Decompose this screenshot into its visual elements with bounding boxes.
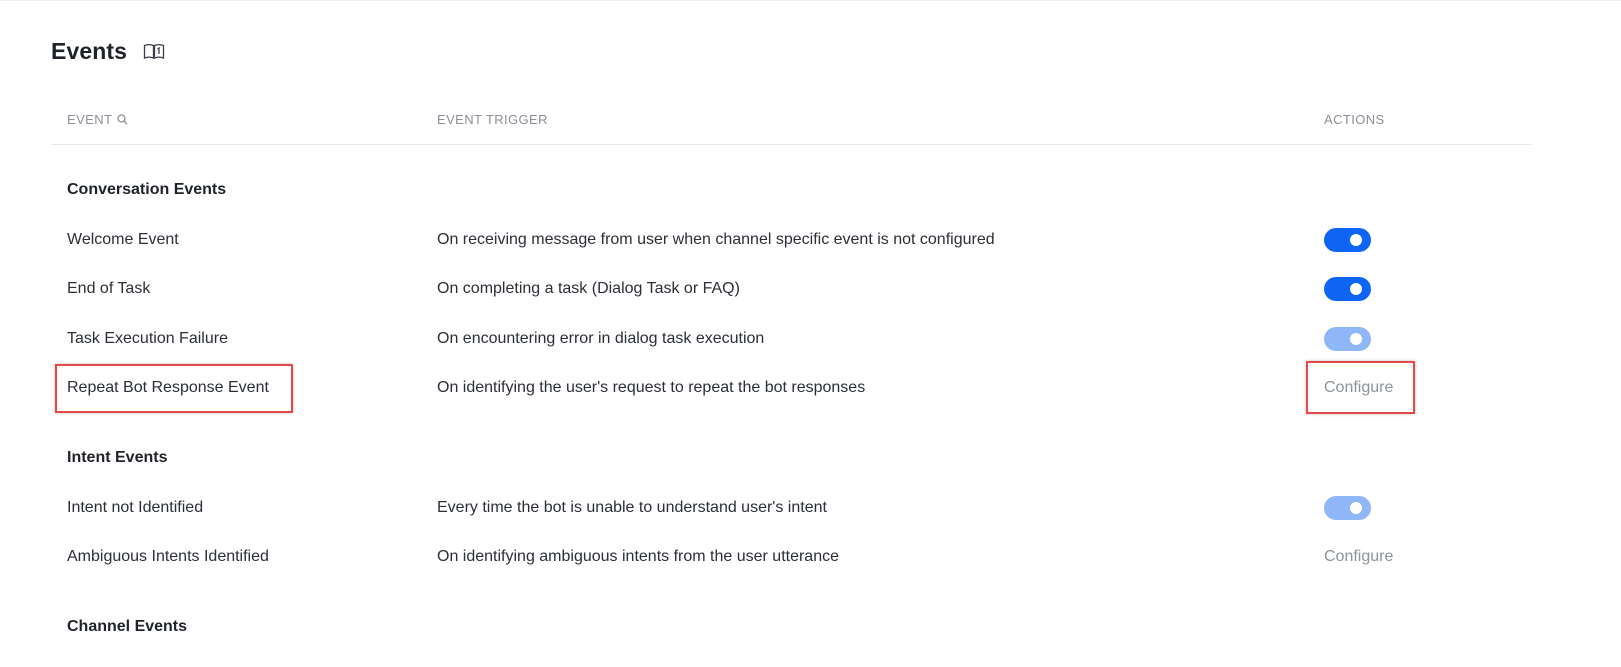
search-icon[interactable] xyxy=(117,114,128,125)
table-row: Task Execution Failure On encountering e… xyxy=(51,321,1531,357)
table-row: Intent not Identified Every time the bot… xyxy=(51,490,1531,526)
configure-link-repeat-bot-response[interactable]: Configure xyxy=(1324,370,1393,406)
event-name: Task Execution Failure xyxy=(67,330,228,347)
toggle-knob xyxy=(1350,502,1362,514)
event-name: Ambiguous Intents Identified xyxy=(67,548,269,565)
event-trigger: On encountering error in dialog task exe… xyxy=(437,330,765,347)
top-divider xyxy=(0,0,1621,1)
event-trigger: On receiving message from user when chan… xyxy=(437,231,995,248)
event-toggle-intent-not-identified[interactable] xyxy=(1324,496,1371,520)
event-name: End of Task xyxy=(67,280,151,297)
section-title-intent-events: Intent Events xyxy=(67,449,168,466)
event-name: Intent not Identified xyxy=(67,499,204,516)
configure-link-ambiguous-intents[interactable]: Configure xyxy=(1324,539,1393,575)
event-toggle-task-execution-failure[interactable] xyxy=(1324,327,1371,351)
event-toggle-welcome[interactable] xyxy=(1324,228,1371,252)
table-row: Ambiguous Intents Identified On identify… xyxy=(51,539,1531,575)
event-trigger: On identifying ambiguous intents from th… xyxy=(437,548,839,565)
event-name: Welcome Event xyxy=(67,231,179,248)
event-column-label: EVENT xyxy=(67,112,113,127)
event-name: Repeat Bot Response Event xyxy=(67,379,269,396)
event-trigger: On identifying the user's request to rep… xyxy=(437,379,866,396)
section-title-channel-events: Channel Events xyxy=(67,618,188,635)
toggle-knob xyxy=(1350,283,1362,295)
table-header: EVENT EVENT TRIGGER ACTIONS xyxy=(51,108,1531,145)
table-row: Welcome Event On receiving message from … xyxy=(51,222,1531,258)
event-toggle-end-of-task[interactable] xyxy=(1324,277,1371,301)
event-trigger-column-header: EVENT TRIGGER xyxy=(437,112,548,127)
event-trigger: On completing a task (Dialog Task or FAQ… xyxy=(437,280,740,297)
toggle-knob xyxy=(1350,333,1362,345)
event-column-header: EVENT xyxy=(67,112,128,127)
book-icon[interactable] xyxy=(142,41,166,61)
table-row: Repeat Bot Response Event On identifying… xyxy=(51,370,1531,406)
table-row: End of Task On completing a task (Dialog… xyxy=(51,271,1531,307)
section-title-conversation-events: Conversation Events xyxy=(67,181,227,198)
page-title: Events xyxy=(51,37,128,64)
event-trigger: Every time the bot is unable to understa… xyxy=(437,499,827,516)
toggle-knob xyxy=(1350,234,1362,246)
page-header: Events xyxy=(51,36,166,66)
actions-column-header: ACTIONS xyxy=(1324,112,1385,127)
